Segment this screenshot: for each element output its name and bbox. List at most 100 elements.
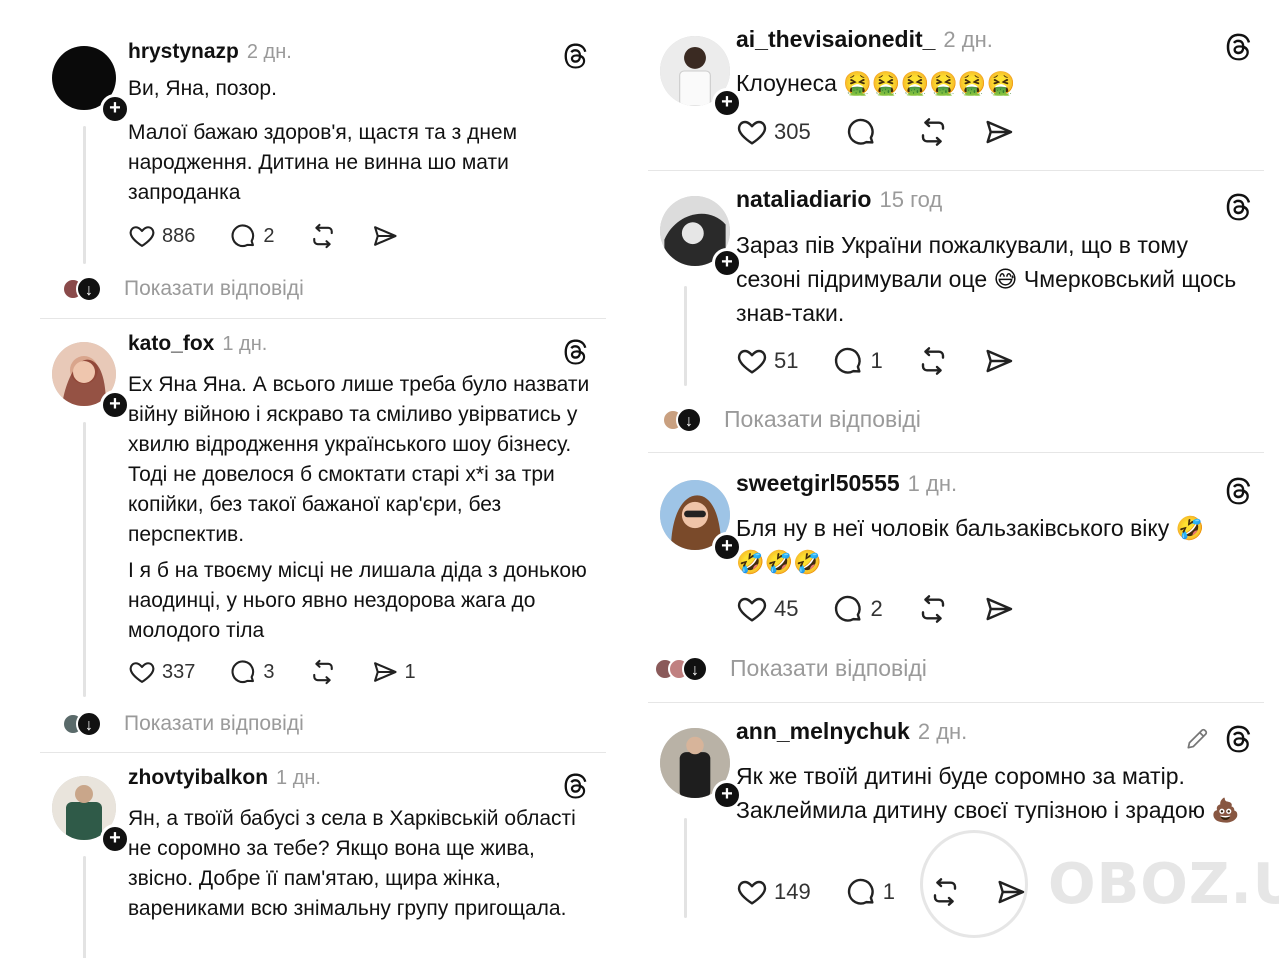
- arrow-down-icon: ↓: [676, 406, 702, 433]
- threads-logo-icon[interactable]: [562, 338, 590, 366]
- share-button[interactable]: [983, 116, 1015, 148]
- like-button[interactable]: 305: [736, 116, 811, 148]
- show-replies-link[interactable]: Показати відповіді: [724, 406, 921, 433]
- like-count: 305: [774, 119, 811, 144]
- timestamp: 1 дн.: [907, 471, 958, 496]
- comment-post: + nataliadiario 15 год Зараз пів України…: [648, 186, 1264, 396]
- comment-button[interactable]: 3: [229, 658, 275, 686]
- comment-text: Зараз пів України пожалкували, що в тому…: [736, 232, 1237, 326]
- plus-badge-icon[interactable]: +: [100, 824, 130, 854]
- comment-count: 1: [882, 879, 895, 904]
- repost-icon: [309, 658, 337, 686]
- username[interactable]: ann_melnychuk: [736, 718, 910, 745]
- comment-bubble-icon: [229, 658, 257, 686]
- comment-count: 2: [263, 224, 275, 247]
- share-button[interactable]: 1: [371, 658, 416, 686]
- comment-text: Клоунеса 🤮🤮🤮🤮🤮🤮: [736, 70, 1016, 96]
- comment-text: Малої бажаю здоров'я, щастя та з днем на…: [128, 121, 518, 204]
- show-replies-row[interactable]: ↓ Показати відповіді: [62, 276, 304, 302]
- show-replies-link[interactable]: Показати відповіді: [124, 712, 304, 736]
- timestamp: 2 дн.: [917, 719, 968, 744]
- heart-icon: [736, 593, 768, 625]
- timestamp: 2 дн.: [943, 27, 993, 52]
- repost-icon: [917, 345, 949, 377]
- show-replies-row[interactable]: ↓ Показати відповіді: [662, 406, 921, 433]
- repost-button[interactable]: [309, 222, 337, 250]
- repost-button[interactable]: [309, 658, 337, 686]
- comment-count: 1: [870, 348, 883, 373]
- show-replies-row[interactable]: ↓ Показати відповіді: [654, 655, 927, 682]
- threads-logo-icon[interactable]: [1224, 192, 1254, 222]
- like-button[interactable]: 886: [128, 222, 195, 250]
- comment-bubble-icon: [845, 116, 877, 148]
- repost-button[interactable]: [917, 116, 949, 148]
- thread-line: [83, 856, 86, 958]
- share-count: 1: [404, 660, 416, 683]
- divider: [40, 752, 606, 753]
- username[interactable]: sweetgirl50555: [736, 470, 900, 497]
- like-count: 149: [774, 879, 811, 904]
- share-button[interactable]: [371, 222, 399, 250]
- thread-line: [684, 818, 687, 918]
- plus-badge-icon[interactable]: +: [100, 94, 130, 124]
- username[interactable]: hrystynazp: [128, 40, 239, 64]
- avatar[interactable]: +: [52, 46, 130, 124]
- share-button[interactable]: [983, 593, 1015, 625]
- heart-icon: [128, 222, 156, 250]
- comment-button[interactable]: 2: [229, 222, 275, 250]
- threads-logo-icon[interactable]: [1224, 724, 1254, 754]
- send-icon: [371, 222, 399, 250]
- thread-line: [684, 286, 687, 386]
- username[interactable]: zhovtyibalkon: [128, 766, 268, 790]
- comment-button[interactable]: [845, 116, 883, 148]
- comment-bubble-icon: [845, 876, 877, 908]
- comment-text: Як же твоїй дитині буде соромно за матір…: [736, 763, 1240, 823]
- repost-button[interactable]: [917, 345, 949, 377]
- comment-text: Ех Яна Яна. А всього лише треба було наз…: [128, 373, 590, 546]
- thread-line: [83, 422, 86, 697]
- send-icon: [983, 345, 1015, 377]
- plus-badge-icon[interactable]: +: [100, 390, 130, 420]
- like-button[interactable]: 51: [736, 345, 798, 377]
- comment-button[interactable]: 2: [832, 593, 883, 625]
- arrow-down-icon: ↓: [76, 711, 102, 737]
- username[interactable]: nataliadiario: [736, 186, 871, 213]
- comment-count: 3: [263, 660, 275, 683]
- username[interactable]: ai_thevisaionedit_: [736, 26, 935, 53]
- divider: [648, 170, 1264, 171]
- like-count: 51: [774, 348, 799, 373]
- comment-button[interactable]: 1: [845, 876, 895, 908]
- share-button[interactable]: [983, 345, 1015, 377]
- threads-logo-icon[interactable]: [562, 42, 590, 70]
- avatar[interactable]: +: [52, 776, 130, 854]
- send-icon: [983, 593, 1015, 625]
- username[interactable]: kato_fox: [128, 332, 214, 356]
- comment-count: 2: [870, 596, 883, 621]
- comment-button[interactable]: 1: [832, 345, 883, 377]
- comment-bubble-icon: [832, 593, 864, 625]
- avatar[interactable]: +: [52, 342, 130, 420]
- like-button[interactable]: 45: [736, 593, 798, 625]
- show-replies-row[interactable]: ↓ Показати відповіді: [62, 711, 304, 737]
- threads-logo-icon[interactable]: [1224, 476, 1254, 506]
- comment-text: Ви, Яна, позор.: [128, 77, 277, 100]
- like-button[interactable]: 337: [128, 658, 195, 686]
- arrow-down-icon: ↓: [76, 276, 102, 302]
- avatar[interactable]: +: [660, 480, 742, 562]
- repost-button[interactable]: [917, 593, 949, 625]
- show-replies-link[interactable]: Показати відповіді: [124, 277, 304, 301]
- comment-text: Ян, а твоїй бабусі з села в Харківській …: [128, 807, 576, 920]
- timestamp: 2 дн.: [246, 41, 292, 63]
- avatar[interactable]: +: [660, 36, 742, 118]
- pencil-icon[interactable]: [1184, 726, 1210, 752]
- like-button[interactable]: 149: [736, 876, 811, 908]
- avatar[interactable]: +: [660, 728, 742, 810]
- like-count: 337: [162, 660, 196, 683]
- show-replies-link[interactable]: Показати відповіді: [730, 655, 927, 682]
- threads-logo-icon[interactable]: [562, 772, 590, 800]
- threads-logo-icon[interactable]: [1224, 32, 1254, 62]
- comment-bubble-icon: [229, 222, 257, 250]
- thread-line: [83, 126, 86, 264]
- avatar[interactable]: +: [660, 196, 742, 278]
- repost-icon: [309, 222, 337, 250]
